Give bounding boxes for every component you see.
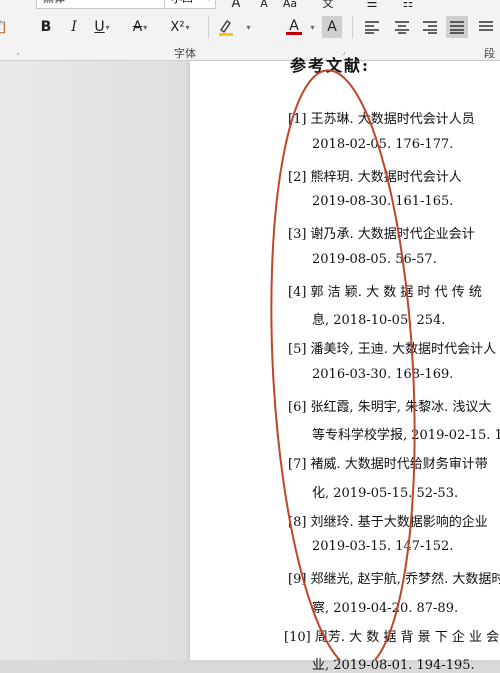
- align-center-icon: [395, 21, 409, 34]
- strikethrough-label: A: [132, 19, 143, 35]
- align-left-icon: [365, 21, 379, 34]
- reference-entry: [8] 刘继玲. 基于大数据影响的企业: [288, 514, 488, 530]
- highlighter-icon: [219, 20, 233, 36]
- chevron-down-icon: ▾: [310, 22, 315, 32]
- font-size-combo[interactable]: 小四 ▾: [164, 0, 216, 9]
- font-name-value: 黑体: [43, 0, 65, 4]
- dialog-launcher-icon[interactable]: ⌟: [16, 48, 19, 56]
- distribute-button[interactable]: [476, 16, 496, 38]
- change-case-button[interactable]: Aa: [280, 0, 300, 14]
- char-shading-button[interactable]: A: [322, 16, 342, 38]
- reference-entry-continuation: 2018-02-05. 176-177.: [312, 136, 454, 152]
- reference-entry: [4] 郭 洁 颖. 大 数 据 时 代 传 统: [288, 284, 482, 300]
- reference-entry-continuation: 息, 2018-10-05. 254.: [312, 313, 446, 328]
- group-label-font: 字体: [174, 47, 196, 60]
- font-color-dropdown[interactable]: ▾: [302, 16, 322, 38]
- reference-entry-continuation: 2019-03-15. 147-152.: [312, 539, 454, 554]
- font-size-value: 小四: [171, 0, 193, 4]
- bold-button[interactable]: B: [36, 16, 56, 38]
- chevron-down-icon: ▾: [246, 22, 251, 32]
- italic-button[interactable]: I: [64, 16, 84, 38]
- shrink-font-button[interactable]: A: [254, 0, 274, 14]
- group-label-paragraph: 段: [484, 47, 495, 60]
- reference-entry: [10] 周芳. 大 数 据 背 景 下 企 业 会: [284, 629, 500, 645]
- highlight-button[interactable]: [216, 16, 236, 38]
- underline-button[interactable]: U ▾: [92, 16, 112, 38]
- font-color-button[interactable]: A: [284, 16, 304, 38]
- bullets-button[interactable]: ☰: [362, 0, 382, 14]
- align-right-icon: [423, 21, 437, 34]
- reference-entry-continuation: 2019-08-05. 56-57.: [312, 251, 437, 267]
- chevron-down-icon[interactable]: ▾: [186, 23, 190, 32]
- chevron-down-icon[interactable]: ▾: [207, 0, 211, 3]
- reference-entry: [6] 张红霞, 朱明宇, 朱黎冰. 浅议大: [288, 399, 492, 415]
- align-center-button[interactable]: [392, 16, 412, 38]
- reference-entry: [3] 谢乃承. 大数据时代企业会计: [288, 227, 475, 242]
- justify-icon: [450, 21, 464, 34]
- document-margin-area: [0, 61, 190, 660]
- pinyin-button[interactable]: 文: [318, 0, 338, 14]
- reference-entry-continuation: 察, 2019-04-20. 87-89.: [312, 600, 459, 616]
- justify-button[interactable]: [446, 16, 468, 38]
- reference-entry: [7] 褚威. 大数据时代给财务审计带: [288, 457, 488, 472]
- toolbar-divider: [208, 16, 209, 38]
- highlight-dropdown[interactable]: ▾: [238, 16, 258, 38]
- ribbon-toolbar: 黑体 ▾ 小四 ▾ A A Aa 文 ☰ ☷ 📋 B I U ▾ A ▾ X² …: [0, 0, 500, 61]
- grow-font-button[interactable]: A: [226, 0, 246, 14]
- reference-entry: [2] 熊梓玥. 大数据时代会计人: [288, 169, 462, 185]
- strikethrough-button[interactable]: A ▾: [130, 16, 150, 38]
- clipboard-icon[interactable]: 📋: [0, 16, 10, 38]
- reference-entry: [5] 潘美玲, 王迪. 大数据时代会计人: [288, 342, 497, 357]
- align-right-button[interactable]: [420, 16, 440, 38]
- chevron-down-icon[interactable]: ▾: [106, 23, 110, 32]
- reference-entry: [1] 王苏琳. 大数据时代会计人员: [288, 112, 475, 127]
- numbering-button[interactable]: ☷: [398, 0, 418, 14]
- page-heading: 参考文献:: [290, 56, 370, 75]
- reference-entry-continuation: 化, 2019-05-15. 52-53.: [312, 485, 459, 501]
- font-color-bar: [286, 31, 302, 35]
- reference-entry: [9] 郑继光, 赵宇航, 乔梦然. 大数据时: [288, 572, 500, 587]
- distribute-icon: [479, 21, 493, 31]
- reference-entry-continuation: 2019-08-30. 161-165.: [312, 194, 454, 209]
- font-color-label: A: [289, 17, 299, 34]
- superscript-label: X²: [170, 19, 185, 35]
- underline-label: U: [94, 19, 105, 35]
- reference-entry-continuation: 2016-03-30. 168-169.: [312, 366, 454, 382]
- superscript-button[interactable]: X² ▾: [170, 16, 190, 38]
- chevron-down-icon[interactable]: ▾: [143, 23, 147, 32]
- reference-entry-continuation: 等专科学校学报, 2019-02-15. 14: [312, 428, 500, 443]
- align-left-button[interactable]: [362, 16, 382, 38]
- toolbar-divider: [352, 16, 353, 38]
- reference-entry-continuation: 业, 2019-08-01. 194-195.: [312, 658, 475, 673]
